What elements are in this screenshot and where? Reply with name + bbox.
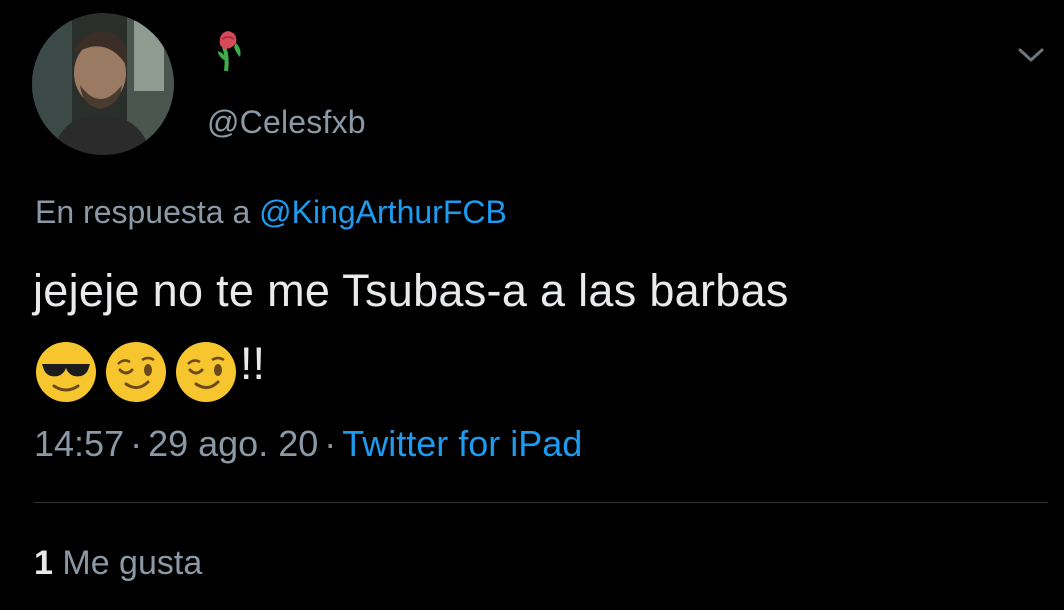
tweet-date[interactable]: 29 ago. 20 [148,423,318,464]
winking-face-icon [174,340,238,404]
avatar-photo [32,13,174,155]
reply-mention-link[interactable]: @KingArthurFCB [259,194,507,230]
sunglasses-face-icon [34,340,98,404]
wilted-rose-icon [214,27,248,77]
likes-label: Me gusta [62,544,203,582]
tweet-exclamations: !! [240,338,266,389]
meta-separator: · [324,423,337,464]
chevron-down-icon[interactable] [1014,42,1048,68]
tweet-text: jejeje no te me Tsubas-a a las barbas [33,265,789,316]
user-handle[interactable]: @Celesfxb [207,104,366,141]
winking-face-icon [104,340,168,404]
reply-context: En respuesta a @KingArthurFCB [35,194,507,231]
divider [34,502,1048,503]
tweet-source-link[interactable]: Twitter for iPad [342,423,582,464]
tweet-meta: 14:57 · 29 ago. 20 · Twitter for iPad [34,423,582,465]
tweet-time[interactable]: 14:57 [34,423,124,464]
likes-count: 1 [34,544,53,582]
reply-prefix: En respuesta a [35,194,251,230]
tweet-emoji-row: !! [34,338,265,404]
likes-stat[interactable]: 1 Me gusta [34,544,202,583]
avatar[interactable] [32,13,174,155]
meta-separator: · [130,423,143,464]
